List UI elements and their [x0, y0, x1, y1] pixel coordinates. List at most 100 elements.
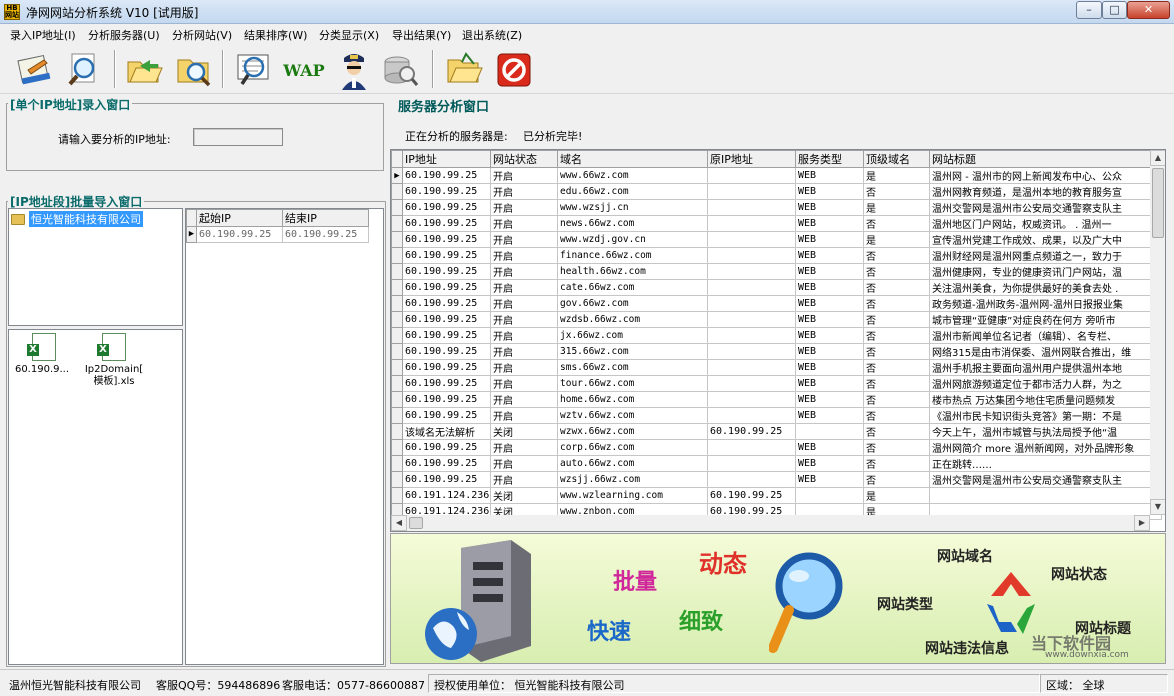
menu-export-results[interactable]: 导出结果(Y)	[392, 27, 451, 43]
col-end-ip[interactable]: 结束IP	[282, 209, 369, 227]
banner-word-detailed: 细致	[679, 609, 724, 635]
scan-page-icon[interactable]	[232, 48, 276, 92]
domain-cell: home.66wz.com	[557, 391, 708, 408]
site-title-cell: 温州网旅游频道定位于都市活力人群，为之	[929, 375, 1162, 392]
table-row[interactable]: 60.190.99.25 开启 tour.66wz.com WEB 否温州网旅游频道定位…	[391, 375, 1162, 392]
menu-bar: 录入IP地址(I) 分析服务器(U) 分析网站(V) 结果排序(W) 分类显示(…	[0, 24, 1174, 44]
grid-corner	[391, 150, 403, 168]
col-site-status[interactable]: 网站状态	[490, 150, 558, 168]
service-type-cell: WEB	[795, 343, 864, 360]
scroll-down-button[interactable]: ▼	[1150, 499, 1165, 515]
menu-input-ip[interactable]: 录入IP地址(I)	[10, 27, 76, 43]
ip-cell: 60.190.99.25	[402, 263, 491, 280]
menu-analyze-server[interactable]: 分析服务器(U)	[88, 27, 160, 43]
top-domain-cell: 否	[863, 263, 930, 280]
col-top-domain[interactable]: 顶级域名	[863, 150, 930, 168]
folder-search-icon[interactable]	[172, 48, 216, 92]
scroll-right-button[interactable]: ▶	[1134, 515, 1150, 531]
row-indicator	[391, 375, 403, 392]
watermark-url: www.downxia.com	[1045, 650, 1129, 660]
site-title-cell: 网络315是由市消保委、温州网联合推出，维	[929, 343, 1162, 360]
table-row[interactable]: 60.190.99.25 开启 auto.66wz.com WEB 否正在跳转……	[391, 455, 1162, 472]
service-type-cell: WEB	[795, 199, 864, 216]
table-row[interactable]: 60.190.99.25 开启 corp.66wz.com WEB 否温州网简介 mor…	[391, 439, 1162, 456]
col-original-ip[interactable]: 原IP地址	[707, 150, 796, 168]
wap-icon[interactable]: WAP	[282, 48, 326, 92]
site-title-cell: 《温州市民卡知识街头竞答》第一期：不是	[929, 407, 1162, 424]
service-type-cell: WEB	[795, 311, 864, 328]
table-row[interactable]: ▶ 60.190.99.25 60.190.99.25	[186, 226, 369, 243]
table-row[interactable]: 60.190.99.25 开启 sms.66wz.com WEB 否温州手机报主要面向温…	[391, 359, 1162, 376]
scroll-left-button[interactable]: ◀	[391, 515, 407, 531]
site-title-cell: 楼市热点 万达集团今地住宅质量问题频发	[929, 391, 1162, 408]
ip-cell: 60.190.99.25	[402, 327, 491, 344]
maximize-button[interactable]: □	[1102, 1, 1127, 19]
menu-exit[interactable]: 退出系统(Z)	[462, 27, 522, 43]
original-ip-cell	[707, 295, 796, 312]
close-button[interactable]: ✕	[1127, 1, 1170, 19]
top-domain-cell: 否	[863, 279, 930, 296]
service-type-cell: WEB	[795, 359, 864, 376]
table-row[interactable]: 60.190.99.25 开启 news.66wz.com WEB 否温州地区门户网站，…	[391, 215, 1162, 232]
table-row[interactable]: 60.190.99.25 开启 www.wzdj.gov.cn WEB 是宣传温州党建工…	[391, 231, 1162, 248]
open-folder-icon[interactable]	[442, 48, 486, 92]
original-ip-cell	[707, 439, 796, 456]
status-cell: 开启	[490, 375, 558, 392]
domain-cell: edu.66wz.com	[557, 183, 708, 200]
col-service-type[interactable]: 服务类型	[795, 150, 864, 168]
police-icon[interactable]	[332, 48, 376, 92]
tree-item-company[interactable]: 恒光智能科技有限公司	[11, 211, 143, 227]
table-row[interactable]: 60.191.124.236 关闭 www.wzlearning.com 60.190…	[391, 487, 1162, 504]
domain-cell: cate.66wz.com	[557, 279, 708, 296]
service-type-cell: WEB	[795, 407, 864, 424]
original-ip-cell	[707, 407, 796, 424]
table-row[interactable]: 60.190.99.25 开启 wztv.66wz.com WEB 否《温州市民卡知识街…	[391, 407, 1162, 424]
table-row[interactable]: 60.190.99.25 开启 www.wzsjj.cn WEB 是温州交警网是温州市公…	[391, 199, 1162, 216]
top-domain-cell: 否	[863, 215, 930, 232]
notebook-icon[interactable]	[12, 48, 56, 92]
server-icon[interactable]	[378, 48, 422, 92]
table-row[interactable]: 60.190.99.25 开启 jx.66wz.com WEB 否温州市新闻单位名记者（…	[391, 327, 1162, 344]
service-type-cell: WEB	[795, 231, 864, 248]
col-start-ip[interactable]: 起始IP	[196, 209, 283, 227]
col-ip-address[interactable]: IP地址	[402, 150, 491, 168]
table-row[interactable]: 60.190.99.25 开启 gov.66wz.com WEB 否政务频道-温州政务-…	[391, 295, 1162, 312]
row-indicator	[391, 471, 403, 488]
menu-analyze-site[interactable]: 分析网站(V)	[172, 27, 232, 43]
status-cell: 开启	[490, 199, 558, 216]
table-row[interactable]: 60.190.99.25 开启 home.66wz.com WEB 否楼市热点 万达集团…	[391, 391, 1162, 408]
original-ip-cell	[707, 279, 796, 296]
service-type-cell: WEB	[795, 279, 864, 296]
table-row[interactable]: 60.190.99.25 开启 finance.66wz.com WEB 否温州财经网是…	[391, 247, 1162, 264]
folder-arrow-icon[interactable]	[122, 48, 166, 92]
ip-cell: 60.190.99.25	[402, 295, 491, 312]
table-row[interactable]: 60.190.99.25 开启 health.66wz.com WEB 否温州健康网，专…	[391, 263, 1162, 280]
excel-file-icon[interactable]	[27, 333, 56, 361]
table-row[interactable]: 60.190.99.25 开启 wzdsb.66wz.com WEB 否城市管理“亚健康…	[391, 311, 1162, 328]
table-row[interactable]: 60.190.99.25 开启 cate.66wz.com WEB 否关注温州美食，为你…	[391, 279, 1162, 296]
stop-icon[interactable]	[492, 48, 536, 92]
table-row[interactable]: 该域名无法解析 关闭 wzwx.66wz.com 60.190.99.25 否今天上午，…	[391, 423, 1162, 440]
row-indicator	[391, 343, 403, 360]
table-row[interactable]: 60.190.99.25 开启 wzsjj.66wz.com WEB 否温州交警网是温州…	[391, 471, 1162, 488]
hscroll-thumb[interactable]	[409, 517, 423, 529]
col-site-title[interactable]: 网站标题	[929, 150, 1162, 168]
top-domain-cell: 否	[863, 359, 930, 376]
minimize-button[interactable]: –	[1076, 1, 1102, 19]
vertical-scrollbar[interactable]: ▲ ▼	[1150, 150, 1165, 515]
scroll-up-button[interactable]: ▲	[1150, 150, 1165, 166]
magnifier-icon[interactable]	[62, 48, 106, 92]
horizontal-scrollbar[interactable]: ◀ ▶	[391, 515, 1150, 531]
table-row[interactable]: 60.190.99.25 开启 edu.66wz.com WEB 否温州网教育频道，是温…	[391, 183, 1162, 200]
scroll-thumb[interactable]	[1152, 168, 1164, 238]
menu-category-view[interactable]: 分类显示(X)	[319, 27, 379, 43]
ip-cell: 60.190.99.25	[402, 183, 491, 200]
table-row[interactable]: ▶ 60.190.99.25 开启 www.66wz.com WEB 是温州网 - 温州市…	[391, 167, 1162, 184]
menu-sort-results[interactable]: 结果排序(W)	[244, 27, 307, 43]
col-domain[interactable]: 域名	[557, 150, 708, 168]
row-indicator	[391, 439, 403, 456]
ip-address-input[interactable]	[193, 128, 283, 146]
ip-cell: 60.191.124.236	[402, 487, 491, 504]
table-row[interactable]: 60.190.99.25 开启 315.66wz.com WEB 否网络315是由市消保…	[391, 343, 1162, 360]
excel-template-icon[interactable]	[97, 333, 126, 361]
